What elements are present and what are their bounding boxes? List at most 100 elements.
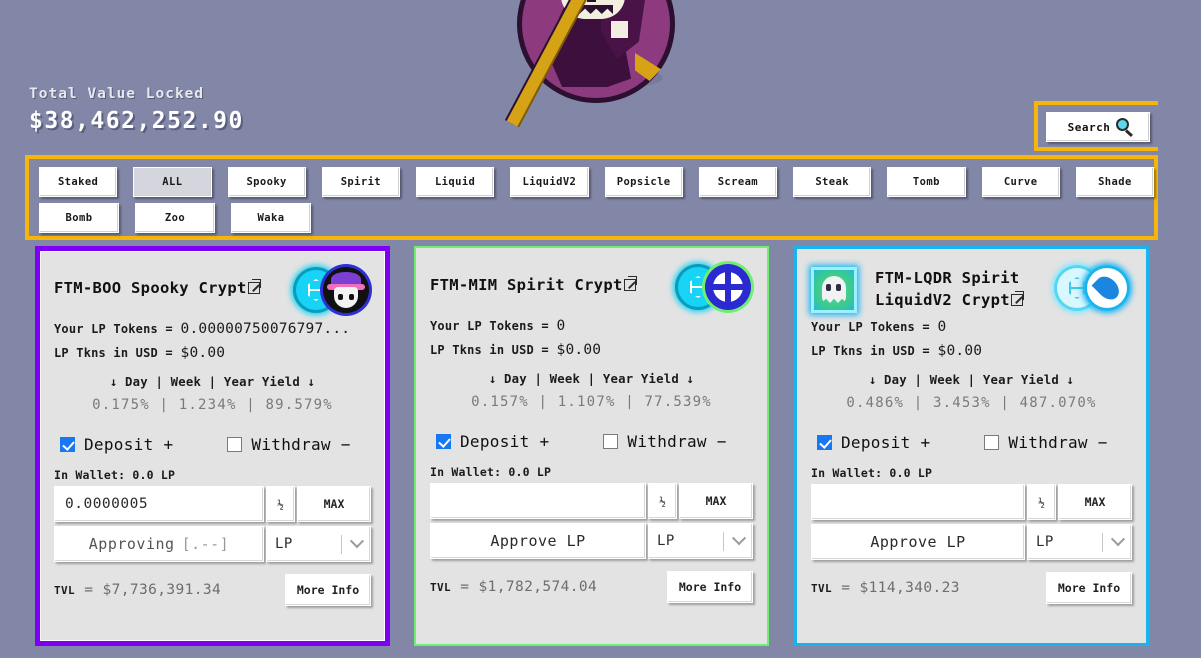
select-divider bbox=[723, 531, 724, 551]
half-button[interactable]: ½ bbox=[266, 486, 295, 522]
lp-usd-label: LP Tkns in USD = bbox=[811, 344, 930, 358]
filter-button-popsicle[interactable]: Popsicle bbox=[604, 167, 683, 197]
action-row: Approve LP LP bbox=[811, 524, 1132, 560]
more-info-button[interactable]: More Info bbox=[1046, 572, 1132, 604]
mode-row: Deposit + Withdraw − bbox=[54, 435, 371, 454]
lp-tokens-label: Your LP Tokens = bbox=[54, 322, 173, 336]
withdraw-checkbox[interactable] bbox=[984, 435, 1000, 450]
chevron-down-icon bbox=[1110, 532, 1126, 547]
magnifying-glass-icon bbox=[1116, 118, 1134, 137]
filter-button-staked[interactable]: Staked bbox=[39, 167, 118, 197]
grim-reaper-logo bbox=[505, 0, 685, 135]
spirit-ghost-icon bbox=[811, 267, 857, 313]
card-tvl-key: TVL bbox=[811, 582, 833, 595]
external-link-icon[interactable] bbox=[1010, 294, 1023, 306]
more-info-button[interactable]: More Info bbox=[285, 574, 371, 606]
lp-usd-row: LP Tkns in USD = $0.00 bbox=[54, 345, 371, 361]
token-select[interactable]: LP bbox=[1027, 524, 1132, 560]
token-select-value: LP bbox=[1036, 534, 1054, 550]
withdraw-checkbox[interactable] bbox=[227, 437, 243, 452]
external-link-icon[interactable] bbox=[623, 279, 636, 291]
lp-tokens-value: 0 bbox=[556, 318, 566, 334]
lp-info: Your LP Tokens = 0.00000750076797... LP … bbox=[54, 321, 371, 361]
crypt-card: FTM-LQDR Spirit LiquidV2 Crypt Your LP T… bbox=[794, 246, 1149, 646]
approve-button[interactable]: Approve LP bbox=[811, 524, 1025, 560]
total-value-locked: Total Value Locked $38,462,252.90 bbox=[29, 86, 244, 134]
card-tvl: TVL = $7,736,391.34 bbox=[54, 582, 285, 598]
withdraw-toggle[interactable]: Withdraw − bbox=[603, 432, 726, 451]
withdraw-label: Withdraw − bbox=[627, 432, 727, 451]
in-wallet-text: In Wallet: 0.0 LP bbox=[811, 466, 933, 480]
amount-row: 0.0000005 ½ MAX bbox=[54, 486, 371, 522]
filter-button-liquidv2[interactable]: LiquidV2 bbox=[510, 167, 589, 197]
filter-button-tomb[interactable]: Tomb bbox=[887, 167, 966, 197]
filter-button-curve[interactable]: Curve bbox=[981, 167, 1060, 197]
yield-header: ↓ Day | Week | Year Yield ↓ bbox=[868, 373, 1075, 387]
max-button[interactable]: MAX bbox=[297, 486, 371, 522]
filter-button-all[interactable]: ALL bbox=[133, 167, 212, 197]
lp-usd-value: $0.00 bbox=[937, 343, 983, 359]
withdraw-toggle[interactable]: Withdraw − bbox=[984, 433, 1107, 452]
half-button[interactable]: ½ bbox=[1027, 484, 1056, 520]
lp-tokens-label: Your LP Tokens = bbox=[430, 319, 549, 333]
deposit-label: Deposit + bbox=[841, 433, 931, 452]
filter-button-spirit[interactable]: Spirit bbox=[321, 167, 400, 197]
filter-button-waka[interactable]: Waka bbox=[231, 203, 311, 233]
lp-usd-label: LP Tkns in USD = bbox=[54, 346, 173, 360]
max-button[interactable]: MAX bbox=[1058, 484, 1132, 520]
tvl-label: Total Value Locked bbox=[29, 86, 205, 102]
search-label: Search bbox=[1067, 120, 1111, 134]
card-tvl-row: TVL = $114,340.23 More Info bbox=[811, 572, 1132, 604]
card-tvl-row: TVL = $7,736,391.34 More Info bbox=[54, 574, 371, 606]
token-icon-pair bbox=[293, 267, 371, 313]
filter-row-1: Staked ALL Spooky Spirit Liquid LiquidV2… bbox=[39, 167, 1154, 197]
filter-button-scream[interactable]: Scream bbox=[698, 167, 777, 197]
amount-input[interactable] bbox=[430, 483, 646, 519]
deposit-toggle[interactable]: Deposit + bbox=[60, 435, 173, 454]
yield-header: ↓ Day | Week | Year Yield ↓ bbox=[109, 375, 316, 389]
filter-button-zoo[interactable]: Zoo bbox=[135, 203, 215, 233]
mode-row: Deposit + Withdraw − bbox=[430, 432, 753, 451]
external-link-icon[interactable] bbox=[247, 282, 260, 294]
in-wallet-text: In Wallet: 0.0 LP bbox=[430, 465, 552, 479]
approve-button[interactable]: Approving [.--] bbox=[54, 526, 264, 562]
filter-button-shade[interactable]: Shade bbox=[1075, 167, 1154, 197]
deposit-toggle[interactable]: Deposit + bbox=[436, 432, 549, 451]
card-tvl-value: $7,736,391.34 bbox=[102, 582, 222, 598]
half-button[interactable]: ½ bbox=[648, 483, 677, 519]
yield-values: 0.486% | 3.453% | 487.070% bbox=[846, 395, 1097, 411]
amount-row: ½ MAX bbox=[811, 484, 1132, 520]
withdraw-checkbox[interactable] bbox=[603, 434, 619, 449]
card-tvl: TVL = $1,782,574.04 bbox=[430, 579, 667, 595]
token-select[interactable]: LP bbox=[266, 526, 371, 562]
chevron-down-icon bbox=[349, 534, 365, 549]
filter-button-bomb[interactable]: Bomb bbox=[39, 203, 119, 233]
token-select[interactable]: LP bbox=[648, 523, 753, 559]
max-button[interactable]: MAX bbox=[679, 483, 753, 519]
action-row: Approve LP LP bbox=[430, 523, 753, 559]
card-tvl-key: TVL bbox=[54, 584, 76, 597]
crypt-card: FTM-BOO Spooky Crypt Your LP Tokens = 0.… bbox=[35, 246, 390, 646]
filter-button-steak[interactable]: Steak bbox=[793, 167, 872, 197]
card-header: FTM-BOO Spooky Crypt bbox=[54, 261, 371, 319]
deposit-checkbox[interactable] bbox=[60, 437, 75, 452]
search-input[interactable]: Search bbox=[1046, 112, 1150, 142]
deposit-toggle[interactable]: Deposit + bbox=[817, 433, 930, 452]
filter-button-liquid[interactable]: Liquid bbox=[416, 167, 495, 197]
withdraw-label: Withdraw − bbox=[1008, 433, 1108, 452]
approve-button[interactable]: Approve LP bbox=[430, 523, 646, 559]
withdraw-toggle[interactable]: Withdraw − bbox=[227, 435, 350, 454]
lqdr-token-icon bbox=[1084, 265, 1130, 311]
deposit-checkbox[interactable] bbox=[817, 435, 832, 450]
card-tvl-key: TVL bbox=[430, 581, 452, 594]
card-tvl-eq: = bbox=[832, 580, 860, 596]
yield-header: ↓ Day | Week | Year Yield ↓ bbox=[488, 372, 695, 386]
card-title: FTM-LQDR Spirit LiquidV2 Crypt bbox=[875, 259, 1048, 311]
more-info-button[interactable]: More Info bbox=[667, 571, 753, 603]
amount-input[interactable]: 0.0000005 bbox=[54, 486, 264, 522]
lp-usd-label: LP Tkns in USD = bbox=[430, 343, 549, 357]
deposit-checkbox[interactable] bbox=[436, 434, 451, 449]
amount-input[interactable] bbox=[811, 484, 1025, 520]
filter-button-spooky[interactable]: Spooky bbox=[227, 167, 306, 197]
lp-info: Your LP Tokens = 0 LP Tkns in USD = $0.0… bbox=[430, 318, 753, 358]
